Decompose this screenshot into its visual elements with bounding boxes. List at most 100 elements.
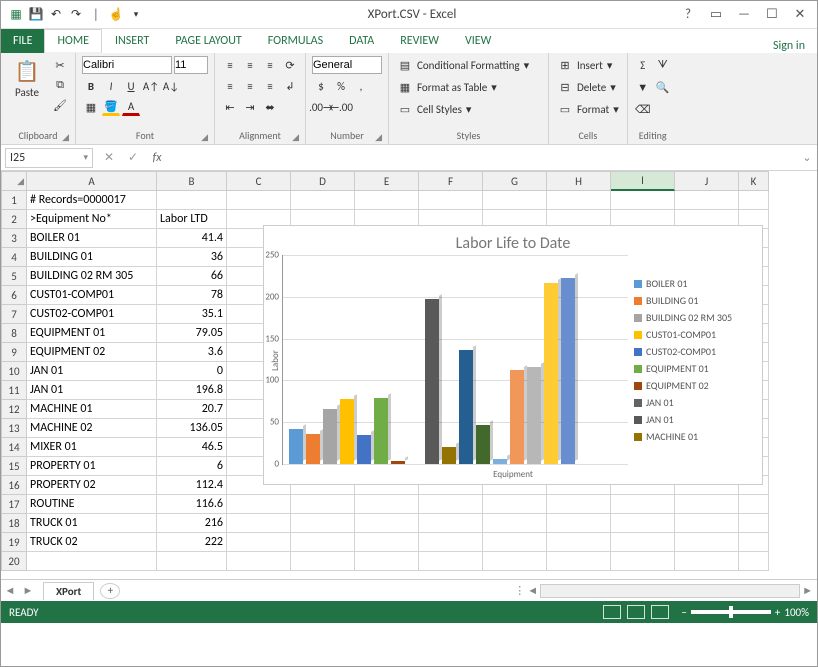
undo-icon[interactable]: ↶ bbox=[47, 6, 65, 24]
cell[interactable] bbox=[419, 514, 483, 533]
percent-icon[interactable]: % bbox=[332, 77, 350, 95]
row-header-8[interactable]: 8 bbox=[1, 324, 27, 343]
sort-filter-icon[interactable]: ᗐ bbox=[654, 56, 672, 74]
cell[interactable] bbox=[291, 495, 355, 514]
decrease-decimal-icon[interactable]: ←.00 bbox=[332, 98, 350, 116]
cell[interactable] bbox=[611, 533, 675, 552]
cell[interactable] bbox=[547, 533, 611, 552]
insert-cells-button[interactable]: ⊞Insert ▾ bbox=[555, 56, 621, 74]
row-header-11[interactable]: 11 bbox=[1, 381, 27, 400]
copy-icon[interactable]: ⧉ bbox=[51, 76, 69, 94]
find-select-icon[interactable]: 🔍 bbox=[654, 78, 672, 96]
row-header-10[interactable]: 10 bbox=[1, 362, 27, 381]
cell[interactable]: MACHINE 01 bbox=[27, 400, 157, 419]
number-format-select[interactable] bbox=[312, 56, 382, 74]
cell[interactable]: # Records=0000017 bbox=[27, 191, 157, 210]
col-header-J[interactable]: J bbox=[675, 171, 739, 191]
hscroll-right-icon[interactable]: ► bbox=[802, 584, 813, 597]
row-header-14[interactable]: 14 bbox=[1, 438, 27, 457]
cell[interactable]: EQUIPMENT 02 bbox=[27, 343, 157, 362]
cell[interactable] bbox=[675, 514, 739, 533]
qat-customize-icon[interactable]: ▾ bbox=[127, 6, 145, 24]
cell[interactable] bbox=[291, 533, 355, 552]
zoom-level[interactable]: 100% bbox=[784, 606, 809, 619]
alignment-launcher-icon[interactable]: ◢ bbox=[292, 132, 299, 143]
tab-file[interactable]: FILE bbox=[1, 29, 44, 53]
cell[interactable]: 20.7 bbox=[157, 400, 227, 419]
cell[interactable]: Labor LTD bbox=[157, 210, 227, 229]
minimize-icon[interactable]: — bbox=[735, 6, 753, 24]
number-launcher-icon[interactable]: ◢ bbox=[375, 132, 382, 143]
cell[interactable]: MACHINE 02 bbox=[27, 419, 157, 438]
font-name-select[interactable] bbox=[82, 56, 172, 74]
cell[interactable] bbox=[291, 191, 355, 210]
cell[interactable]: 46.5 bbox=[157, 438, 227, 457]
hscroll-left-icon[interactable]: ◄ bbox=[527, 584, 538, 597]
cell[interactable]: MIXER 01 bbox=[27, 438, 157, 457]
tab-data[interactable]: DATA bbox=[336, 29, 387, 53]
cell[interactable]: 79.05 bbox=[157, 324, 227, 343]
col-header-H[interactable]: H bbox=[547, 171, 611, 191]
page-layout-view-icon[interactable] bbox=[627, 605, 645, 619]
cell-styles-button[interactable]: ▭Cell Styles ▾ bbox=[395, 100, 542, 118]
cell[interactable] bbox=[675, 552, 739, 571]
col-header-E[interactable]: E bbox=[355, 171, 419, 191]
cell[interactable]: 3.6 bbox=[157, 343, 227, 362]
align-middle-icon[interactable]: ≡ bbox=[241, 56, 259, 74]
tab-insert[interactable]: INSERT bbox=[102, 29, 162, 53]
sheet-nav-next-icon[interactable]: ► bbox=[19, 584, 37, 597]
cell[interactable] bbox=[355, 533, 419, 552]
save-icon[interactable]: 💾 bbox=[27, 6, 45, 24]
row-header-17[interactable]: 17 bbox=[1, 495, 27, 514]
cell[interactable]: 66 bbox=[157, 267, 227, 286]
cell[interactable]: 116.6 bbox=[157, 495, 227, 514]
select-all-corner[interactable]: ◢ bbox=[1, 171, 27, 191]
cell[interactable] bbox=[419, 533, 483, 552]
cell[interactable]: 216 bbox=[157, 514, 227, 533]
fx-icon[interactable]: fx bbox=[145, 148, 169, 168]
cell[interactable] bbox=[483, 533, 547, 552]
cancel-formula-icon[interactable]: ✕ bbox=[97, 148, 121, 168]
row-header-13[interactable]: 13 bbox=[1, 419, 27, 438]
cell[interactable]: 35.1 bbox=[157, 305, 227, 324]
row-header-2[interactable]: 2 bbox=[1, 210, 27, 229]
worksheet-grid[interactable]: ◢ ABCDEFGHIJK 1# Records=00000172>Equipm… bbox=[1, 171, 817, 579]
row-header-3[interactable]: 3 bbox=[1, 229, 27, 248]
align-top-icon[interactable]: ≡ bbox=[221, 56, 239, 74]
cell[interactable] bbox=[291, 552, 355, 571]
cell[interactable]: CUST02-COMP01 bbox=[27, 305, 157, 324]
cell[interactable]: TRUCK 02 bbox=[27, 533, 157, 552]
redo-icon[interactable]: ↷ bbox=[67, 6, 85, 24]
row-header-9[interactable]: 9 bbox=[1, 343, 27, 362]
tab-formulas[interactable]: FORMULAS bbox=[255, 29, 336, 53]
increase-decimal-icon[interactable]: .00→ bbox=[312, 98, 330, 116]
delete-cells-button[interactable]: ⊟Delete ▾ bbox=[555, 78, 621, 96]
font-size-select[interactable] bbox=[174, 56, 208, 74]
touch-mode-icon[interactable]: ☝ bbox=[107, 6, 125, 24]
font-launcher-icon[interactable]: ◢ bbox=[201, 132, 208, 143]
cell[interactable] bbox=[739, 552, 769, 571]
zoom-out-icon[interactable]: − bbox=[681, 606, 686, 619]
cell[interactable] bbox=[227, 514, 291, 533]
row-header-15[interactable]: 15 bbox=[1, 457, 27, 476]
cell[interactable] bbox=[355, 514, 419, 533]
formula-input[interactable] bbox=[169, 148, 797, 168]
format-cells-button[interactable]: ▭Format ▾ bbox=[555, 100, 621, 118]
cell[interactable] bbox=[739, 191, 769, 210]
cell[interactable] bbox=[547, 514, 611, 533]
cell[interactable] bbox=[27, 552, 157, 571]
page-break-view-icon[interactable] bbox=[651, 605, 669, 619]
help-icon[interactable]: ? bbox=[679, 6, 697, 24]
cell[interactable]: 36 bbox=[157, 248, 227, 267]
cell[interactable] bbox=[547, 552, 611, 571]
cell[interactable]: TRUCK 01 bbox=[27, 514, 157, 533]
cell[interactable] bbox=[227, 552, 291, 571]
cell[interactable] bbox=[291, 514, 355, 533]
cell[interactable]: 41.4 bbox=[157, 229, 227, 248]
cell[interactable] bbox=[157, 552, 227, 571]
underline-button[interactable]: U bbox=[122, 77, 140, 95]
sign-in-link[interactable]: Sign in bbox=[773, 39, 817, 53]
cell[interactable]: 78 bbox=[157, 286, 227, 305]
cell[interactable]: ROUTINE bbox=[27, 495, 157, 514]
shrink-font-icon[interactable]: A↓ bbox=[162, 77, 180, 95]
